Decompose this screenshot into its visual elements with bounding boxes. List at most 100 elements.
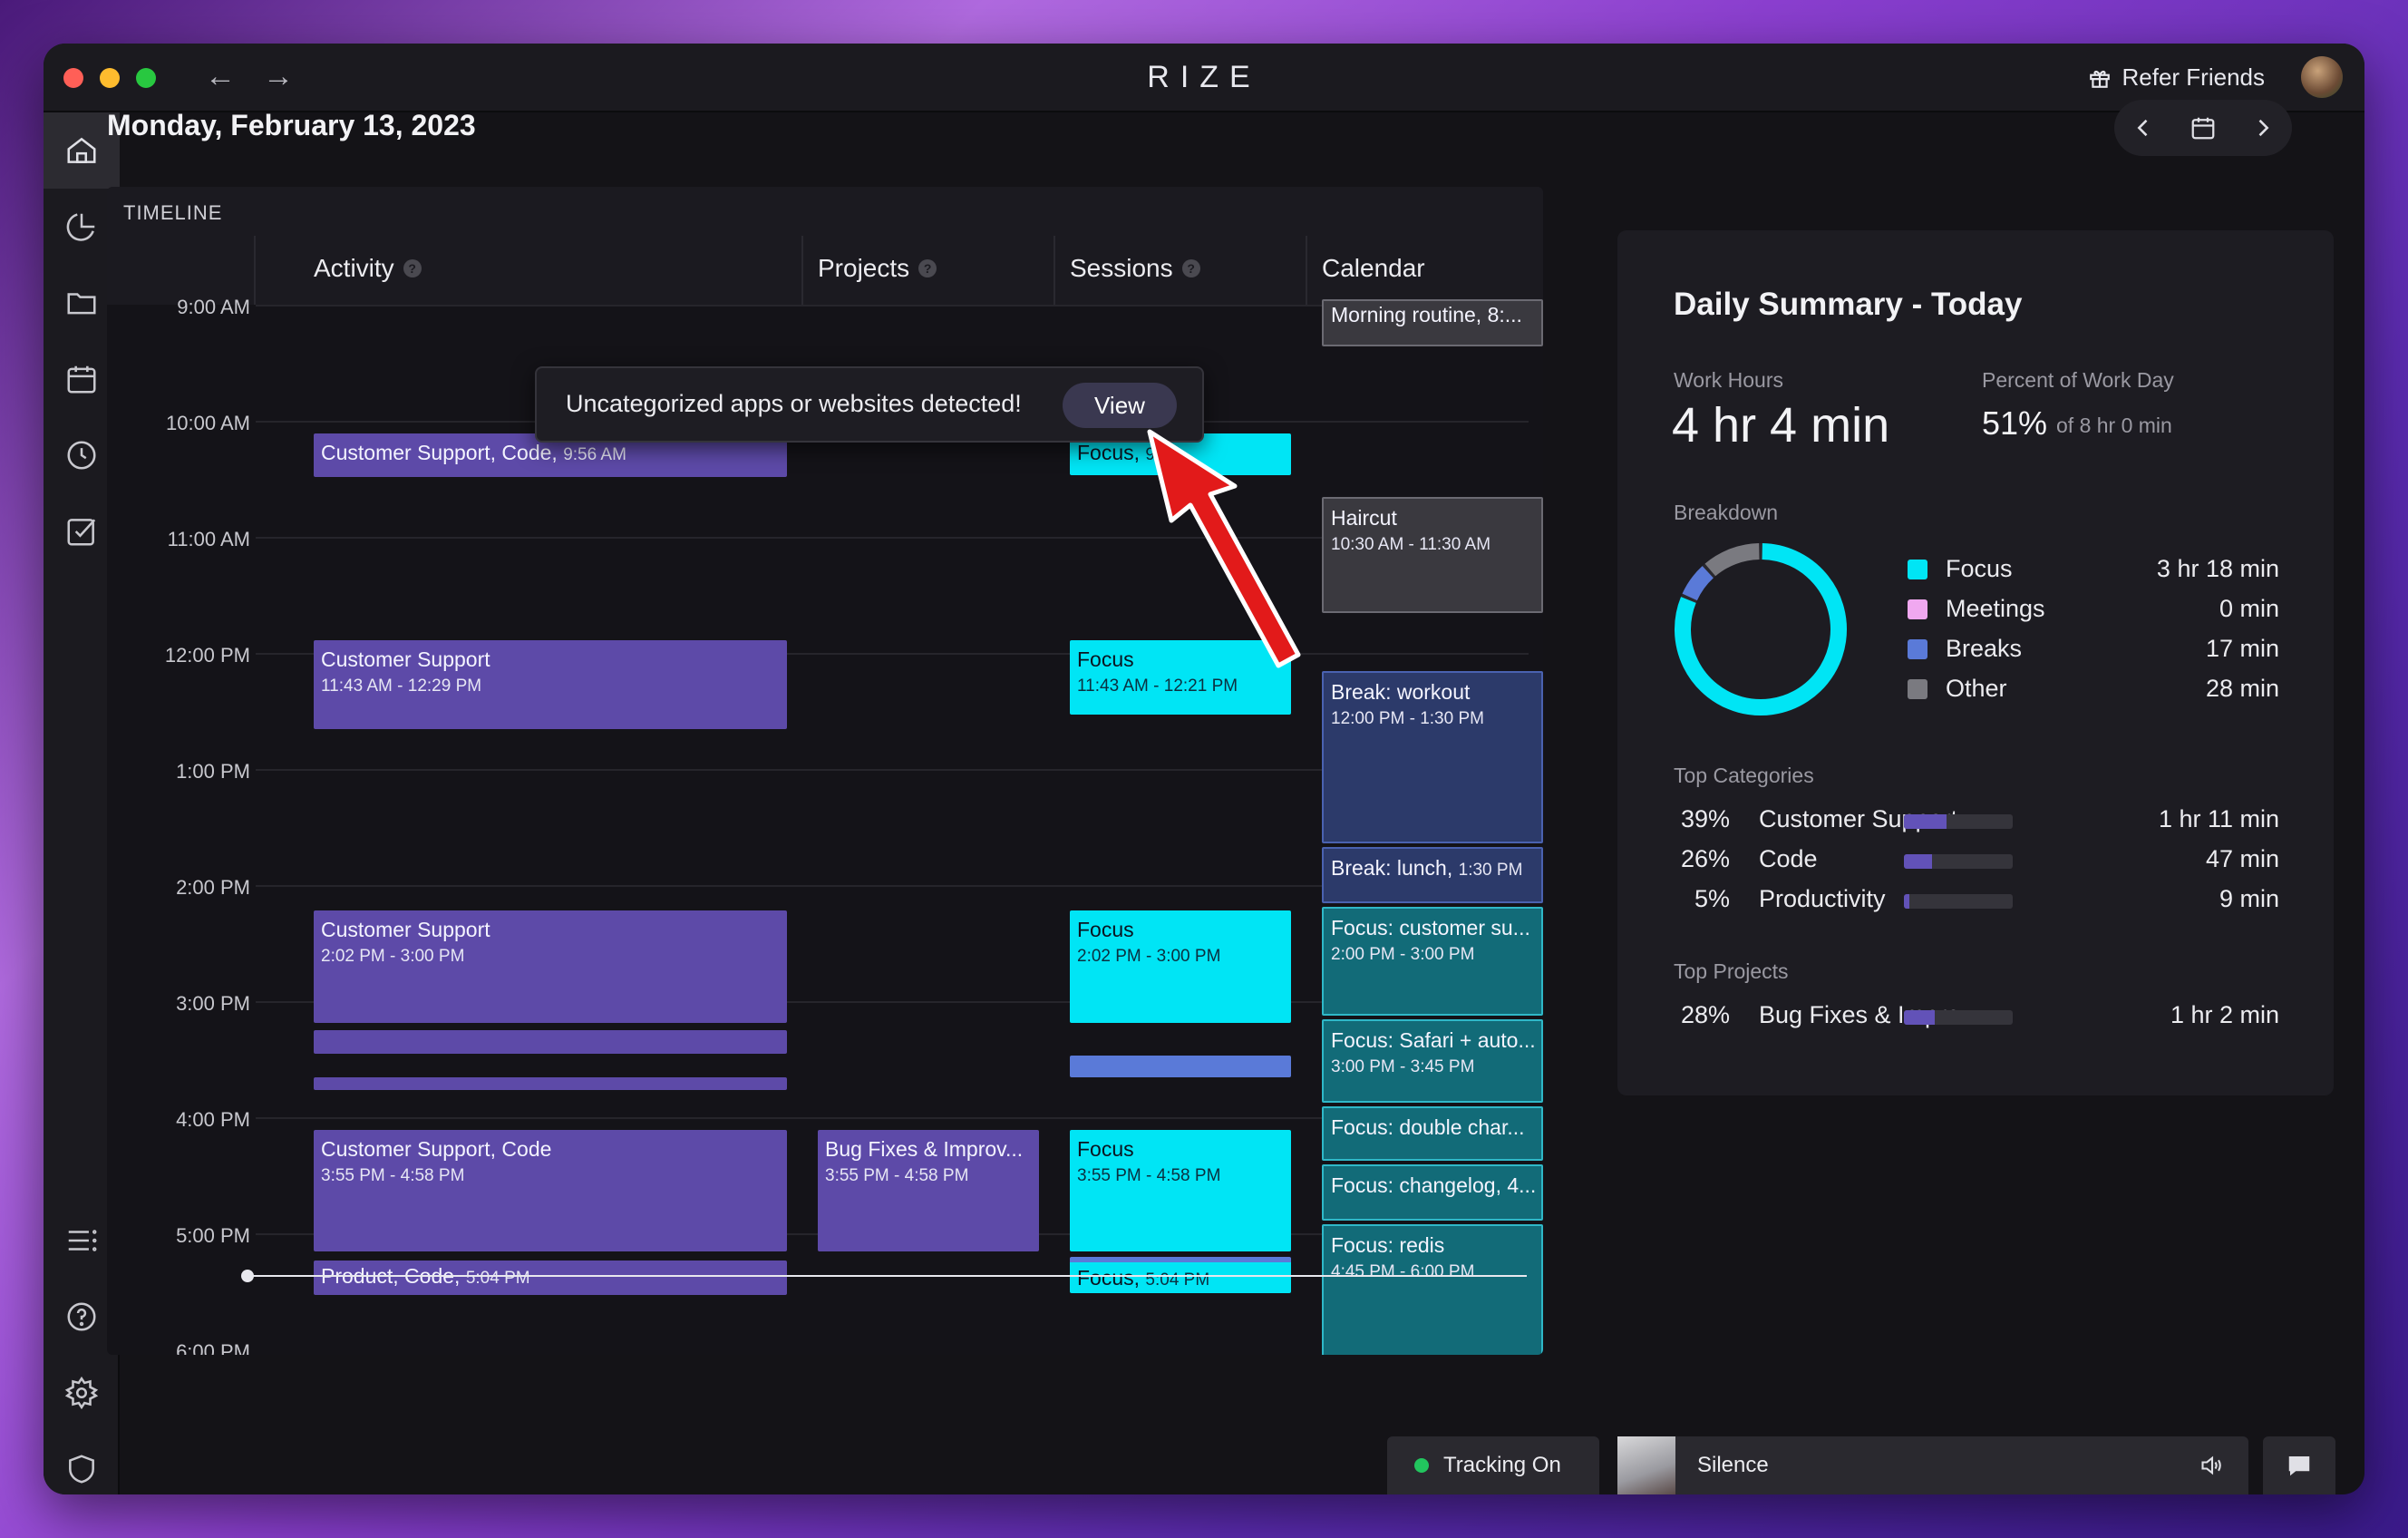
activity-time: 3:55 PM - 4:58 PM xyxy=(321,1166,465,1185)
activity-title: Customer Support, Code xyxy=(321,1137,552,1161)
legend-value: 0 min xyxy=(2219,595,2279,622)
percent-work-day-label: Percent of Work Day xyxy=(1982,368,2174,392)
daily-summary-panel: Daily Summary - Today Work Hours 4 hr 4 … xyxy=(1617,230,2334,1095)
calendar-event-title: Focus: redis xyxy=(1331,1233,1445,1257)
calendar-event-time: 1:30 PM xyxy=(1458,861,1523,880)
activity-title: Customer Support xyxy=(321,647,490,671)
activity-block[interactable] xyxy=(314,1077,787,1090)
calendar-event[interactable]: Focus: Safari + auto... 3:00 PM - 3:45 PM xyxy=(1322,1019,1543,1103)
activity-block[interactable]: Customer Support, Code 3:55 PM - 4:58 PM xyxy=(314,1130,787,1251)
calendar-event[interactable]: Morning routine, 8:... xyxy=(1322,299,1543,346)
activity-block[interactable] xyxy=(314,1030,787,1054)
session-block[interactable]: Focus 2:02 PM - 3:00 PM xyxy=(1070,910,1291,1023)
home-icon xyxy=(67,137,96,163)
calendar-event[interactable]: Break: workout 12:00 PM - 1:30 PM xyxy=(1322,671,1543,843)
activity-block[interactable]: Customer Support 11:43 AM - 12:29 PM xyxy=(314,640,787,729)
calendar-event[interactable]: Break: lunch, 1:30 PM xyxy=(1322,847,1543,903)
legend-swatch xyxy=(1908,560,1927,579)
calendar-event-title: Focus: Safari + auto... xyxy=(1331,1028,1536,1052)
calendar-event[interactable]: Haircut 10:30 AM - 11:30 AM xyxy=(1322,497,1543,613)
break-session-block[interactable] xyxy=(1070,1056,1291,1077)
session-block[interactable]: Focus 3:55 PM - 4:58 PM xyxy=(1070,1130,1291,1251)
uncategorized-toast: Uncategorized apps or websites detected!… xyxy=(535,366,1204,443)
calendar-event[interactable]: Focus: double char... xyxy=(1322,1106,1543,1161)
column-divider xyxy=(1054,236,1055,305)
category-value: 47 min xyxy=(2205,845,2279,872)
breakdown-donut-chart xyxy=(1675,543,1847,715)
calendar-event-title: Break: workout xyxy=(1331,680,1471,704)
activity-time: 5:04 PM xyxy=(465,1269,530,1288)
calendar-event[interactable]: Focus: customer su... 2:00 PM - 3:00 PM xyxy=(1322,907,1543,1016)
column-divider xyxy=(801,236,803,305)
calendar-event-time: 3:00 PM - 3:45 PM xyxy=(1331,1057,1475,1076)
breakdown-row-meetings: Meetings 0 min xyxy=(1908,591,2279,628)
timeline-panel: TIMELINE Activity? Projects? Sessions? C… xyxy=(107,187,1543,1355)
category-bar-fill xyxy=(1904,814,1947,829)
hour-label: 2:00 PM xyxy=(176,876,250,899)
column-divider xyxy=(254,236,256,305)
column-header-projects: Projects? xyxy=(818,254,937,283)
calendar-event[interactable]: Focus: redis 4:45 PM - 6:00 PM xyxy=(1322,1224,1543,1355)
project-bar-fill xyxy=(1904,1010,1935,1025)
project-block[interactable]: Bug Fixes & Improv... 3:55 PM - 4:58 PM xyxy=(818,1130,1039,1251)
legend-swatch xyxy=(1908,639,1927,659)
gear-icon xyxy=(64,1376,99,1410)
help-icon[interactable]: ? xyxy=(1181,259,1200,277)
activity-title: Customer Support xyxy=(321,918,490,941)
category-value: 9 min xyxy=(2219,885,2279,912)
legend-swatch xyxy=(1908,599,1927,619)
hour-label: 9:00 AM xyxy=(177,296,250,318)
project-row[interactable]: 28% Bug Fixes & Impro... 1 hr 2 min xyxy=(1677,998,2279,1034)
category-row[interactable]: 39% Customer Support 1 hr 11 min xyxy=(1677,802,2279,838)
calendar-event[interactable]: Focus: changelog, 4... xyxy=(1322,1164,1543,1221)
category-row[interactable]: 5% Productivity 9 min xyxy=(1677,881,2279,918)
session-time: 2:02 PM - 3:00 PM xyxy=(1077,947,1221,966)
activity-time: 11:43 AM - 12:29 PM xyxy=(321,677,482,696)
calendar-picker-icon[interactable] xyxy=(2190,114,2217,141)
session-title: Focus xyxy=(1077,1266,1134,1290)
help-icon xyxy=(67,1302,96,1331)
breakdown-row-breaks: Breaks 17 min xyxy=(1908,631,2279,667)
help-icon[interactable]: ? xyxy=(403,259,422,277)
summary-title: Daily Summary - Today xyxy=(1674,287,2023,322)
legend-swatch xyxy=(1908,679,1927,699)
tracking-toggle[interactable]: Tracking On xyxy=(1387,1436,1599,1494)
donut-segment-breaks xyxy=(1682,566,1714,601)
breakdown-row-other: Other 28 min xyxy=(1908,671,2279,707)
sidebar-item-settings[interactable] xyxy=(44,1355,120,1431)
shield-icon xyxy=(69,1455,94,1484)
chevron-left-icon[interactable] xyxy=(2131,115,2156,141)
chat-button[interactable] xyxy=(2263,1436,2335,1494)
user-avatar[interactable] xyxy=(2301,56,2343,98)
category-percent: 26% xyxy=(1680,845,1730,872)
work-hours-value: 4 hr 4 min xyxy=(1672,398,1890,453)
annotation-arrow-icon xyxy=(1147,429,1301,668)
category-name: Productivity xyxy=(1759,885,1886,912)
category-percent: 5% xyxy=(1694,885,1730,912)
list-icon xyxy=(68,1230,97,1251)
album-art[interactable] xyxy=(1617,1436,1675,1494)
sidebar-item-privacy[interactable] xyxy=(44,1431,120,1494)
legend-name: Breaks xyxy=(1946,635,2023,662)
column-header-activity: Activity? xyxy=(314,254,422,283)
breakdown-label: Breakdown xyxy=(1674,501,1779,524)
hour-label: 1:00 PM xyxy=(176,760,250,783)
activity-block[interactable]: Customer Support 2:02 PM - 3:00 PM xyxy=(314,910,787,1023)
timeline-grid: 9:00 AM 10:00 AM 11:00 AM 12:00 PM 1:00 … xyxy=(107,296,1543,1355)
refer-friends-button[interactable]: Refer Friends xyxy=(2088,63,2265,92)
page-title: Monday, February 13, 2023 xyxy=(107,109,476,141)
help-icon[interactable]: ? xyxy=(918,259,937,277)
hour-label: 5:00 PM xyxy=(176,1224,250,1247)
chevron-right-icon[interactable] xyxy=(2250,115,2276,141)
category-name: Code xyxy=(1759,845,1818,872)
calendar-event-title: Focus: changelog, 4... xyxy=(1331,1173,1537,1197)
tracking-label: Tracking On xyxy=(1443,1453,1561,1477)
calendar-event-title: Morning routine, 8:... xyxy=(1331,303,1522,326)
volume-icon[interactable] xyxy=(2198,1453,2227,1478)
activity-title: Customer Support, Code xyxy=(321,441,552,464)
legend-name: Focus xyxy=(1946,555,2013,582)
chat-bubble-icon xyxy=(2288,1456,2310,1476)
activity-block[interactable]: Product, Code, 5:04 PM xyxy=(314,1261,787,1295)
category-bar xyxy=(1904,894,2013,909)
category-row[interactable]: 26% Code 47 min xyxy=(1677,842,2279,878)
